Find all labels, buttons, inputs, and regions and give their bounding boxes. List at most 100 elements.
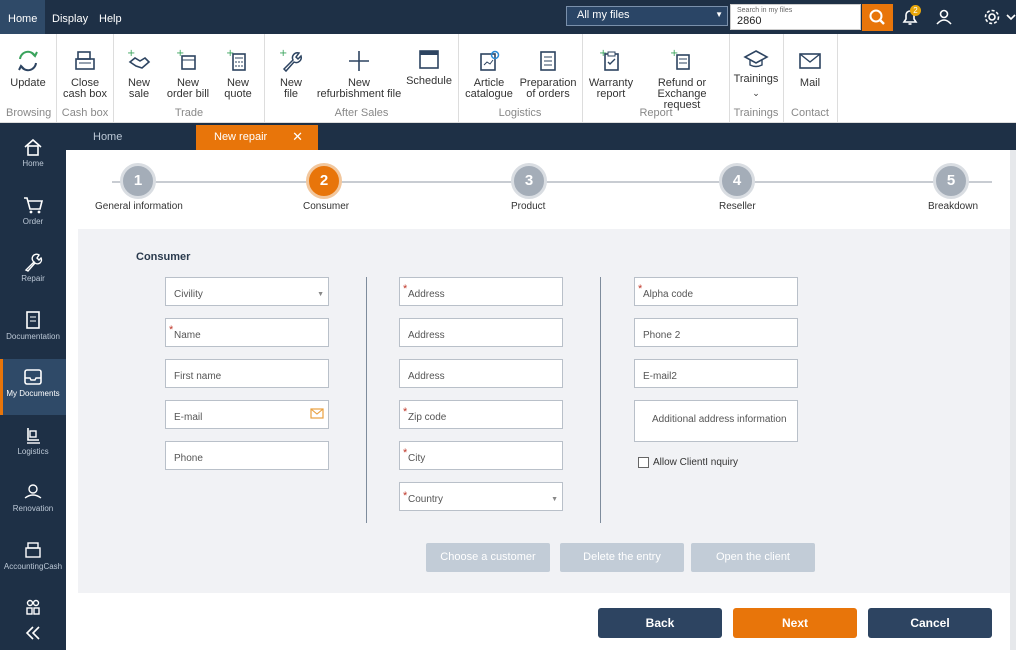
step-1-circle[interactable]: 1	[120, 163, 156, 199]
trainings-button[interactable]: Trainings ⌄	[733, 48, 779, 99]
close-cash-box-button[interactable]: Close cash box	[60, 48, 110, 100]
search-input[interactable]: Search in my files 2860	[730, 4, 861, 30]
email-field[interactable]: E-mail	[165, 400, 329, 429]
column-divider	[366, 277, 367, 523]
cancel-button[interactable]: Cancel	[868, 608, 992, 638]
back-button[interactable]: Back	[598, 608, 722, 638]
close-icon[interactable]: ✕	[292, 129, 303, 145]
new-sale-button[interactable]: + New sale	[118, 48, 160, 100]
step-4-circle[interactable]: 4	[719, 163, 755, 199]
first-name-placeholder: First name	[174, 371, 222, 382]
prep-label-2: of orders	[526, 88, 570, 100]
tab-new-repair[interactable]: New repair ✕	[196, 125, 318, 150]
update-button[interactable]: Update	[3, 48, 53, 89]
alpha-code-field[interactable]: * Alpha code	[634, 277, 798, 306]
box-icon: +	[176, 48, 196, 70]
tab-home[interactable]: Home	[93, 131, 122, 143]
refund-exchange-button[interactable]: + Refund or Exchange request	[640, 48, 724, 111]
additional-address-placeholder: Additional address information	[652, 414, 787, 425]
choose-customer-button[interactable]: Choose a customer	[426, 543, 550, 572]
trainings-label: Trainings	[733, 73, 779, 85]
new-refurbishment-file-button[interactable]: New refurbishment file	[316, 48, 402, 100]
close-cash-label-2: cash box	[62, 88, 108, 100]
left-navigation: Home Order Repair Documentation My Docum…	[0, 123, 66, 650]
chevron-down-icon[interactable]	[1004, 6, 1016, 28]
country-select[interactable]: * Country ▼	[399, 482, 563, 511]
city-field[interactable]: * City	[399, 441, 563, 470]
step-5-circle[interactable]: 5	[933, 163, 969, 199]
nav-my-documents[interactable]: My Documents	[0, 359, 66, 415]
search-hint: Search in my files	[737, 7, 793, 14]
address-2-field[interactable]: Address	[399, 318, 563, 347]
address-1-placeholder: Address	[408, 289, 445, 300]
nav-documentation[interactable]: Documentation	[0, 302, 66, 358]
preparation-of-orders-button[interactable]: Preparation of orders	[518, 48, 578, 100]
email-2-field[interactable]: E-mail2	[634, 359, 798, 388]
new-order-bill-button[interactable]: + New order bill	[164, 48, 212, 100]
first-name-field[interactable]: First name	[165, 359, 329, 388]
vertical-scrollbar[interactable]	[1010, 150, 1016, 650]
alpha-code-placeholder: Alpha code	[643, 289, 694, 300]
list-document-icon	[540, 51, 556, 71]
mail-label: Mail	[799, 77, 821, 89]
wizard-content: 1 General information 2 Consumer 3 Produ…	[66, 150, 1010, 650]
nav-more[interactable]	[0, 589, 66, 619]
chevron-down-icon: ⌄	[752, 88, 760, 98]
menu-help[interactable]: Help	[91, 0, 130, 34]
nav-repair[interactable]: Repair	[0, 244, 66, 300]
cash-register-icon	[25, 542, 41, 558]
civility-select[interactable]: Civility ▼	[165, 277, 329, 306]
step-3-circle[interactable]: 3	[511, 163, 547, 199]
nav-order[interactable]: Order	[0, 187, 66, 243]
gear-icon[interactable]	[981, 6, 1003, 28]
country-placeholder: Country	[408, 494, 444, 505]
schedule-button[interactable]: Schedule	[405, 46, 453, 87]
exchange-icon: +	[670, 48, 690, 70]
nav-home[interactable]: Home	[0, 129, 66, 185]
allow-client-inquiry-checkbox[interactable]	[638, 457, 649, 468]
warranty-report-button[interactable]: + Warranty report	[586, 48, 636, 100]
phone-2-field[interactable]: Phone 2	[634, 318, 798, 347]
nav-order-label: Order	[22, 217, 44, 226]
consumer-form-panel: Consumer Civility ▼ * Name First name E-…	[78, 229, 1010, 593]
additional-address-field[interactable]: Additional address information	[634, 400, 798, 442]
collapse-nav-button[interactable]	[0, 621, 66, 647]
svg-text:+: +	[176, 48, 184, 59]
step-2-circle[interactable]: 2	[306, 163, 342, 199]
menu-display[interactable]: Display	[44, 0, 96, 34]
required-marker: *	[403, 283, 408, 295]
address-3-placeholder: Address	[408, 371, 445, 382]
nav-renovation[interactable]: Renovation	[0, 474, 66, 530]
stepper-line	[112, 181, 992, 183]
name-field[interactable]: * Name	[165, 318, 329, 347]
chevron-down-icon: ▼	[715, 10, 723, 19]
address-3-field[interactable]: Address	[399, 359, 563, 388]
address-2-placeholder: Address	[408, 330, 445, 341]
new-quote-button[interactable]: + New quote	[216, 48, 260, 100]
ribbon-separator	[783, 34, 784, 123]
update-label: Update	[10, 77, 46, 89]
team-icon	[26, 599, 40, 615]
next-button[interactable]: Next	[733, 608, 857, 638]
search-button[interactable]	[862, 4, 893, 31]
chevron-down-icon: ▼	[317, 291, 324, 298]
menu-home[interactable]: Home	[0, 0, 46, 34]
phone-placeholder: Phone	[174, 453, 203, 464]
nav-my-documents-label: My Documents	[6, 389, 60, 398]
delete-entry-button[interactable]: Delete the entry	[560, 543, 684, 572]
zip-code-field[interactable]: * Zip code	[399, 400, 563, 429]
envelope-icon[interactable]	[310, 408, 324, 420]
article-catalogue-button[interactable]: Article catalogue	[462, 48, 516, 100]
phone-field[interactable]: Phone	[165, 441, 329, 470]
cart-icon	[24, 197, 44, 214]
user-icon[interactable]	[933, 6, 955, 28]
city-placeholder: City	[408, 453, 426, 464]
new-file-button[interactable]: + New file	[270, 48, 312, 100]
search-scope-select[interactable]: All my files ▼	[566, 6, 728, 26]
nav-logistics[interactable]: Logistics	[0, 417, 66, 473]
nav-accounting-cash[interactable]: AccountingCash	[0, 532, 66, 588]
catalogue-icon	[480, 50, 500, 71]
open-client-button[interactable]: Open the client	[691, 543, 815, 572]
mail-button[interactable]: Mail	[786, 48, 834, 89]
address-1-field[interactable]: * Address	[399, 277, 563, 306]
